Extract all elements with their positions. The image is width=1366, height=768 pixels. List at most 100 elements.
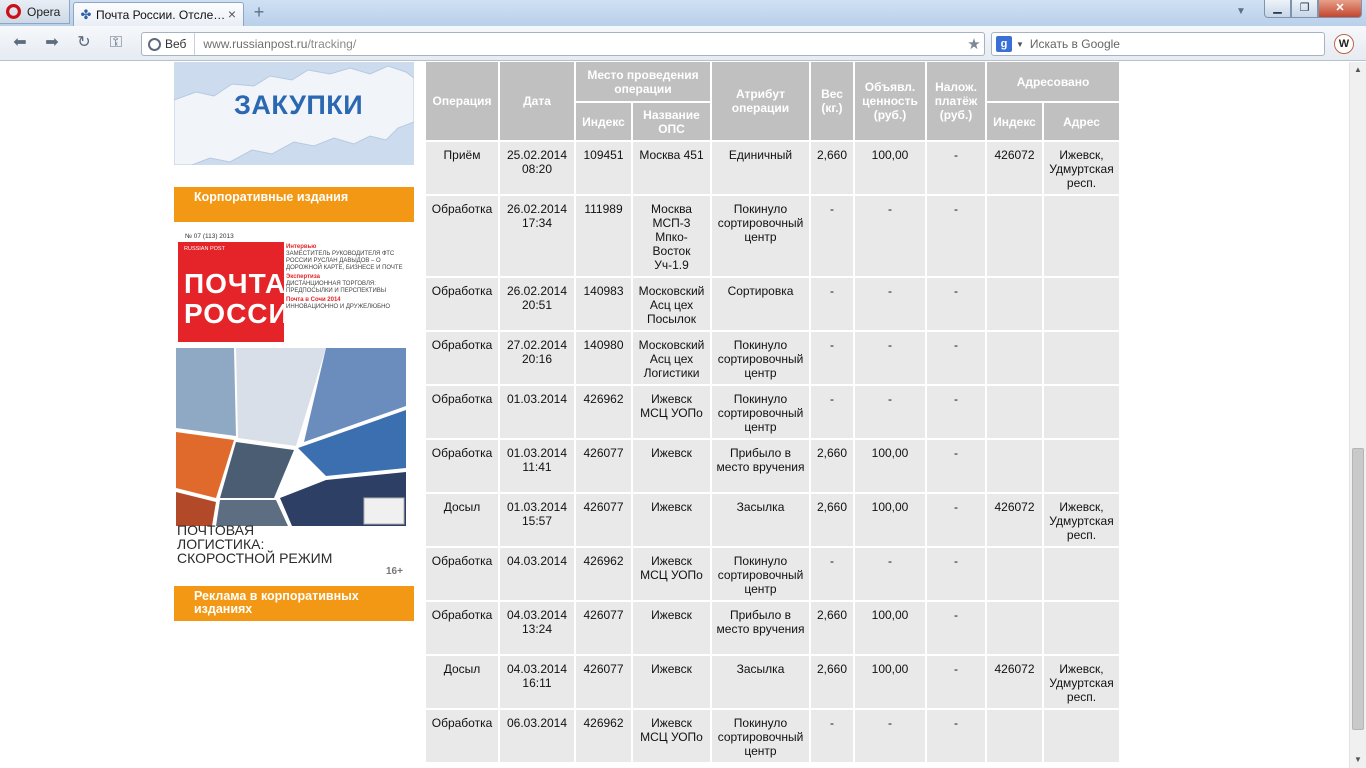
cell-date: 01.03.2014 15:57 — [500, 494, 574, 546]
cell-weight: - — [811, 548, 853, 600]
cell-cod: - — [927, 278, 985, 330]
globe-icon — [148, 37, 161, 51]
tab-bar: Opera ✤ Почта России. Отсле… × + ▼ ▁ ❐ ✕ — [0, 0, 1366, 26]
cell-cod: - — [927, 386, 985, 438]
table-row: Обработка 27.02.2014 20:16 140980 Московски… — [426, 332, 1119, 384]
cell-attribute: Покинуло сортировочный центр — [712, 196, 809, 276]
page-content: ЗАКУПКИ Корпоративные издания № 07 (113)… — [0, 62, 1366, 768]
address-bar[interactable]: Веб www.russianpost.ru/tracking/ ★ — [141, 32, 985, 56]
cell-operation: Досыл — [426, 656, 498, 708]
magazine-logo: RUSSIAN POST ПОЧТА РОССИИ — [178, 242, 310, 342]
tab-close-icon[interactable]: × — [225, 7, 239, 22]
cell-declared-value: 100,00 — [855, 142, 925, 194]
scroll-down-icon[interactable]: ▼ — [1350, 752, 1366, 768]
address-toolbar: ⬅ ➡ ↻ ⚿ Веб www.russianpost.ru/tracking/… — [0, 26, 1366, 61]
cell-date: 04.03.2014 16:11 — [500, 656, 574, 708]
scroll-up-icon[interactable]: ▲ — [1350, 62, 1366, 78]
web-security-chip[interactable]: Веб — [142, 33, 196, 55]
cell-weight: 2,660 — [811, 142, 853, 194]
cell-date: 01.03.2014 11:41 — [500, 440, 574, 492]
cell-cod: - — [927, 494, 985, 546]
window-close-icon[interactable]: ✕ — [1318, 0, 1362, 18]
minimize-icon[interactable]: ▁ — [1264, 0, 1291, 18]
extension-icon[interactable]: W — [1334, 34, 1354, 54]
cell-weight: - — [811, 710, 853, 762]
tab-russianpost[interactable]: ✤ Почта России. Отсле… × — [73, 2, 244, 26]
cell-attribute: Покинуло сортировочный центр — [712, 710, 809, 762]
russianpost-favicon-icon: ✤ — [80, 6, 92, 22]
cell-weight: 2,660 — [811, 656, 853, 708]
cell-weight: 2,660 — [811, 494, 853, 546]
cell-index: 426962 — [576, 710, 631, 762]
scroll-thumb[interactable] — [1352, 448, 1364, 730]
cell-addr-index — [987, 602, 1042, 654]
cell-declared-value: 100,00 — [855, 656, 925, 708]
cell-operation: Досыл — [426, 494, 498, 546]
forward-arrow-icon[interactable]: ➡ — [42, 34, 62, 52]
table-row: Обработка 26.02.2014 17:34 111989 Москва МС… — [426, 196, 1119, 276]
cell-attribute: Засылка — [712, 656, 809, 708]
cell-operation: Обработка — [426, 332, 498, 384]
advertising-title[interactable]: Реклама в корпоративных изданиях — [174, 586, 414, 621]
key-icon[interactable]: ⚿ — [106, 34, 126, 52]
cell-addr-index — [987, 548, 1042, 600]
bookmark-star-icon[interactable]: ★ — [964, 35, 984, 53]
url-text[interactable]: www.russianpost.ru/tracking/ — [195, 37, 964, 51]
cell-weight: - — [811, 278, 853, 330]
cell-operation: Обработка — [426, 196, 498, 276]
cell-index: 426077 — [576, 602, 631, 654]
cell-weight: 2,660 — [811, 602, 853, 654]
cell-declared-value: - — [855, 386, 925, 438]
back-arrow-icon[interactable]: ⬅ — [10, 34, 30, 52]
search-input[interactable]: g ▼ Искать в Google — [991, 32, 1325, 56]
magazine-brand-small: RUSSIAN POST — [184, 246, 225, 252]
cell-ops-name: Москва 451 — [633, 142, 710, 194]
cell-ops-name: Московский Асц цех Логистики — [633, 332, 710, 384]
purchases-map-banner[interactable]: ЗАКУПКИ — [174, 62, 414, 165]
restore-icon[interactable]: ❐ — [1291, 0, 1318, 18]
col-weight: Вес (кг.) — [811, 62, 853, 140]
cell-ops-name: Ижевск МСЦ УОПо — [633, 710, 710, 762]
cell-addr-index — [987, 386, 1042, 438]
cell-declared-value: - — [855, 332, 925, 384]
magazine-contents: Интервью ЗАМЕСТИТЕЛЬ РУКОВОДИТЕЛЯ ФТС РОС… — [286, 244, 412, 313]
cell-declared-value: 100,00 — [855, 494, 925, 546]
cell-cod: - — [927, 142, 985, 194]
cell-date: 06.03.2014 — [500, 710, 574, 762]
corporate-publications-title[interactable]: Корпоративные издания — [174, 187, 414, 222]
cell-ops-name: Ижевск МСЦ УОПо — [633, 548, 710, 600]
cell-ops-name: Ижевск — [633, 602, 710, 654]
web-chip-label: Веб — [165, 37, 187, 51]
cell-index: 109451 — [576, 142, 631, 194]
cell-index: 140983 — [576, 278, 631, 330]
cell-ops-name: Ижевск — [633, 656, 710, 708]
opera-menu-button[interactable]: Opera — [0, 0, 70, 24]
tab-list-chevron-down-icon[interactable]: ▼ — [1234, 6, 1248, 18]
cell-addr-index — [987, 278, 1042, 330]
google-icon[interactable]: g — [996, 36, 1012, 52]
magazine-cover[interactable]: № 07 (113) 2013 RUSSIAN POST ПОЧТА РОССИ… — [174, 228, 414, 584]
cell-attribute: Засылка — [712, 494, 809, 546]
cell-date: 26.02.2014 17:34 — [500, 196, 574, 276]
cell-cod: - — [927, 332, 985, 384]
reload-icon[interactable]: ↻ — [74, 34, 94, 52]
cell-operation: Обработка — [426, 548, 498, 600]
cell-ops-name: Ижевск МСЦ УОПо — [633, 386, 710, 438]
cell-address: Ижевск, Удмуртская респ. — [1044, 142, 1119, 194]
cell-weight: 2,660 — [811, 440, 853, 492]
cell-ops-name: Московский Асц цех Посылок — [633, 278, 710, 330]
cell-index: 111989 — [576, 196, 631, 276]
search-engine-chevron-down-icon[interactable]: ▼ — [1016, 40, 1024, 49]
col-operation: Операция — [426, 62, 498, 140]
cell-ops-name: Ижевск — [633, 440, 710, 492]
table-row: Досыл 01.03.2014 15:57 426077 Ижевск Засылка… — [426, 494, 1119, 546]
col-declared-value: Объявл. ценность (руб.) — [855, 62, 925, 140]
cell-address — [1044, 602, 1119, 654]
cell-operation: Обработка — [426, 386, 498, 438]
cell-operation: Обработка — [426, 602, 498, 654]
new-tab-plus-icon[interactable]: + — [250, 3, 268, 22]
cell-index: 426962 — [576, 386, 631, 438]
cell-declared-value: - — [855, 548, 925, 600]
table-row: Обработка 04.03.2014 13:24 426077 Ижевск При… — [426, 602, 1119, 654]
page-scrollbar[interactable]: ▲ ▼ — [1349, 62, 1366, 768]
